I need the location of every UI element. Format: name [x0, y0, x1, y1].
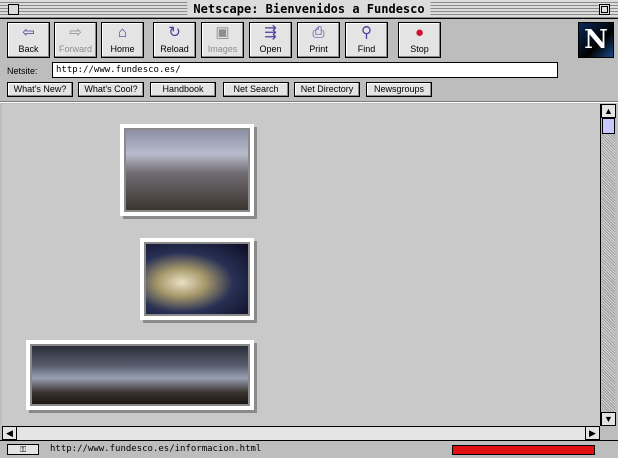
open-icon: ⇶	[264, 24, 277, 41]
key-icon[interactable]: ⚿	[7, 444, 39, 455]
progress-fill	[453, 446, 594, 454]
reload-button[interactable]: ↻ Reload	[153, 22, 196, 58]
page-content[interactable]	[2, 104, 600, 426]
forward-arrow-icon: ⇨	[69, 24, 82, 41]
image-link-1[interactable]	[120, 124, 254, 216]
image-link-3[interactable]	[26, 340, 254, 410]
print-button[interactable]: ⎙ Print	[297, 22, 340, 58]
horizontal-scrollbar[interactable]: ◀ ▶	[2, 426, 600, 440]
scroll-thumb[interactable]	[602, 118, 615, 134]
newsgroups-button[interactable]: Newsgroups	[366, 82, 432, 97]
location-input[interactable]: http://www.fundesco.es/	[52, 62, 558, 78]
net-search-button[interactable]: Net Search	[223, 82, 289, 97]
title-bar[interactable]: Netscape: Bienvenidos a Fundesco	[0, 0, 618, 19]
print-icon: ⎙	[312, 24, 325, 41]
progress-bar	[452, 445, 595, 455]
image-link-2[interactable]	[140, 238, 254, 320]
stop-icon: ●	[414, 24, 425, 41]
scroll-track[interactable]	[602, 118, 615, 412]
window-title: Netscape: Bienvenidos a Fundesco	[187, 1, 431, 17]
home-button[interactable]: ⌂ Home	[101, 22, 144, 58]
scroll-down-arrow-icon[interactable]: ▼	[601, 412, 616, 426]
home-label: Home	[110, 44, 135, 54]
back-button[interactable]: ⇦ Back	[7, 22, 50, 58]
panorama-image	[30, 344, 250, 406]
netsite-label: Netsite:	[7, 66, 38, 76]
night-monument-image	[144, 242, 250, 316]
scroll-right-arrow-icon[interactable]: ▶	[585, 426, 600, 440]
toolbar-divider	[0, 101, 618, 103]
status-bar: ⚿ http://www.fundesco.es/informacion.htm…	[0, 440, 618, 458]
images-label: Images	[207, 44, 238, 54]
status-text: http://www.fundesco.es/informacion.html	[50, 444, 262, 454]
net-directory-button[interactable]: Net Directory	[294, 82, 360, 97]
handbook-button[interactable]: Handbook	[150, 82, 216, 97]
forward-label: Forward	[58, 44, 92, 54]
scroll-up-arrow-icon[interactable]: ▲	[601, 104, 616, 118]
images-icon: ▣	[215, 24, 230, 41]
open-button[interactable]: ⇶ Open	[249, 22, 292, 58]
reload-label: Reload	[160, 44, 189, 54]
scroll-left-arrow-icon[interactable]: ◀	[2, 426, 17, 440]
whats-cool-button[interactable]: What's Cool?	[78, 82, 144, 97]
city-window-image	[124, 128, 250, 212]
forward-button[interactable]: ⇨ Forward	[54, 22, 97, 58]
reload-icon: ↻	[168, 24, 181, 41]
find-label: Find	[357, 44, 376, 54]
home-icon: ⌂	[117, 24, 128, 41]
find-button[interactable]: ⚲ Find	[345, 22, 388, 58]
vertical-scrollbar[interactable]: ▲ ▼	[600, 104, 616, 426]
stop-button[interactable]: ● Stop	[398, 22, 441, 58]
find-binoculars-icon: ⚲	[361, 24, 372, 41]
stop-label: Stop	[410, 44, 429, 54]
close-box[interactable]	[8, 4, 19, 15]
back-label: Back	[18, 44, 39, 54]
print-label: Print	[309, 44, 328, 54]
netscape-logo[interactable]: N	[578, 22, 614, 58]
whats-new-button[interactable]: What's New?	[7, 82, 73, 97]
toolbar: ⇦ Back ⇨ Forward ⌂ Home ↻ Reload ▣ Image…	[0, 19, 618, 61]
open-label: Open	[259, 44, 282, 54]
back-arrow-icon: ⇦	[22, 24, 35, 41]
images-button[interactable]: ▣ Images	[201, 22, 244, 58]
zoom-box[interactable]	[599, 4, 610, 15]
